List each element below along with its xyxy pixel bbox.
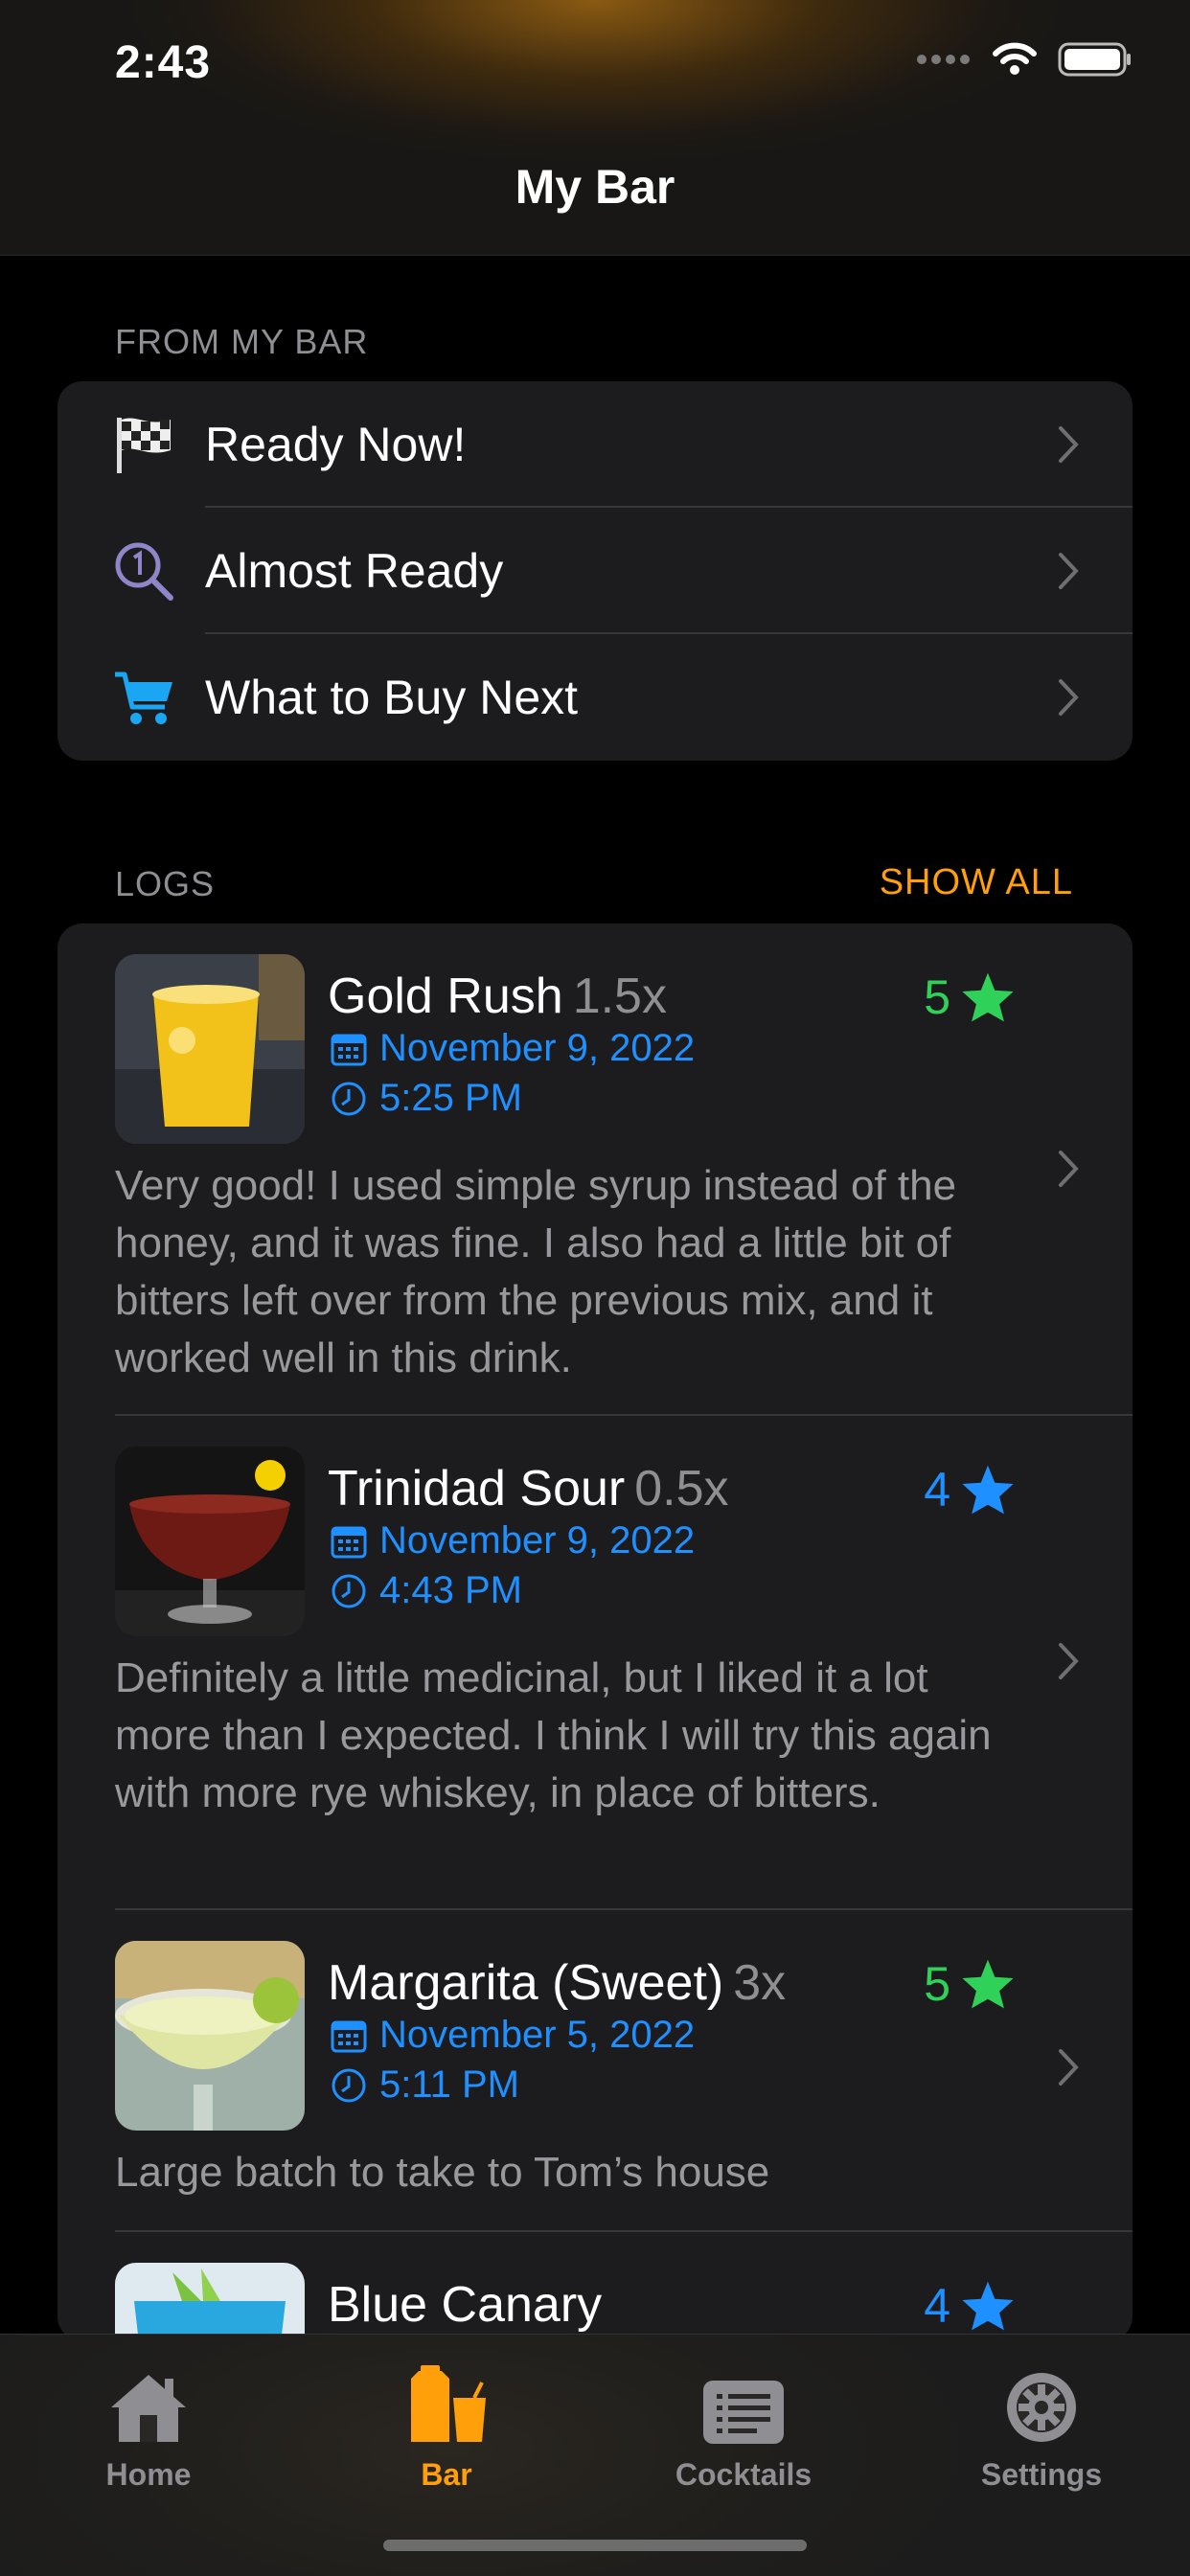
tab-settings[interactable]: Settings bbox=[941, 2352, 1142, 2493]
calendar-icon bbox=[331, 1034, 367, 1065]
log-entry[interactable]: Trinidad Sour 0.5x November 9, 2022 4:43 … bbox=[57, 1416, 1133, 1910]
status-time: 2:43 bbox=[115, 37, 212, 88]
rating-value: 4 bbox=[924, 2279, 950, 2333]
drink-photo bbox=[115, 1447, 305, 1636]
rating-value: 4 bbox=[924, 1463, 950, 1516]
log-drink-name: Gold Rush 1.5x bbox=[328, 968, 667, 1025]
show-all-button[interactable]: SHOW ALL bbox=[880, 862, 1073, 903]
gear-icon bbox=[1007, 2373, 1076, 2442]
battery-icon bbox=[1058, 42, 1131, 77]
log-time: 4:43 PM bbox=[330, 1569, 522, 1612]
log-rating: 5 bbox=[924, 969, 1016, 1025]
bar-icon bbox=[411, 2365, 486, 2442]
log-quantity: 1.5x bbox=[572, 969, 667, 1024]
log-rating: 5 bbox=[924, 1956, 1016, 2012]
star-icon bbox=[962, 972, 1014, 1022]
almost-ready-row[interactable]: Almost Ready bbox=[57, 508, 1133, 634]
star-icon bbox=[962, 2281, 1014, 2331]
what-to-buy-next-row[interactable]: What to Buy Next bbox=[57, 634, 1133, 761]
chevron-right-icon bbox=[1059, 679, 1079, 716]
house-icon bbox=[111, 2375, 186, 2442]
log-drink-title: Gold Rush bbox=[328, 969, 563, 1024]
calendar-icon bbox=[331, 1526, 367, 1558]
calendar-icon bbox=[331, 2020, 367, 2052]
log-entry[interactable]: Gold Rush 1.5x November 9, 2022 5:25 PM 5… bbox=[57, 923, 1133, 1416]
log-time-text: 5:11 PM bbox=[379, 2063, 519, 2106]
log-drink-name: Trinidad Sour 0.5x bbox=[328, 1460, 729, 1517]
log-drink-title: Blue Canary bbox=[328, 2277, 603, 2333]
log-date-text: November 5, 2022 bbox=[379, 2014, 696, 2056]
log-entry[interactable]: Blue Canary 4 bbox=[57, 2232, 1133, 2341]
drink-photo bbox=[115, 2263, 305, 2341]
log-note: Definitely a little medicinal, but I lik… bbox=[115, 1654, 992, 1816]
tab-home-label: Home bbox=[105, 2457, 192, 2492]
logs-card: Gold Rush 1.5x November 9, 2022 5:25 PM 5… bbox=[57, 923, 1133, 2341]
what-to-buy-next-label: What to Buy Next bbox=[205, 671, 579, 724]
log-rating: 4 bbox=[924, 1462, 1016, 1517]
log-date-text: November 9, 2022 bbox=[379, 1519, 696, 1562]
chevron-right-icon bbox=[1059, 1643, 1079, 1679]
tab-home[interactable]: Home bbox=[48, 2352, 249, 2493]
tab-cocktails[interactable]: Cocktails bbox=[643, 2352, 844, 2493]
tab-cocktails-label: Cocktails bbox=[675, 2457, 812, 2492]
rating-value: 5 bbox=[924, 970, 950, 1024]
log-date: November 5, 2022 bbox=[330, 2014, 695, 2057]
signal-icon bbox=[917, 55, 970, 64]
log-quantity: 3x bbox=[733, 1955, 787, 2011]
log-drink-title: Trinidad Sour bbox=[328, 1461, 626, 1516]
chevron-right-icon bbox=[1059, 553, 1079, 589]
clock-icon bbox=[332, 2068, 366, 2102]
log-drink-name: Margarita (Sweet) 3x bbox=[328, 1954, 786, 2012]
rating-value: 5 bbox=[924, 1957, 950, 2011]
magnifier-one-icon bbox=[115, 542, 173, 601]
clock-icon bbox=[332, 1574, 366, 1607]
checkered-flag-icon bbox=[117, 418, 171, 473]
log-quantity: 0.5x bbox=[634, 1461, 729, 1516]
page-title: My Bar bbox=[515, 160, 675, 214]
log-note: Large batch to take to Tom’s house bbox=[115, 2149, 770, 2196]
log-note: Very good! I used simple syrup instead o… bbox=[115, 1162, 957, 1381]
drink-photo bbox=[115, 954, 305, 1144]
log-entry[interactable]: Margarita (Sweet) 3x November 5, 2022 5:1… bbox=[57, 1910, 1133, 2232]
from-my-bar-card: Ready Now! Almost Ready What to Buy Next bbox=[57, 381, 1133, 761]
cart-icon bbox=[115, 672, 172, 724]
chevron-right-icon bbox=[1059, 1151, 1079, 1187]
status-bar: 2:43 My Bar bbox=[0, 0, 1190, 256]
from-my-bar-header: FROM MY BAR bbox=[115, 322, 369, 361]
wifi-icon bbox=[993, 42, 1037, 75]
list-icon bbox=[703, 2381, 784, 2444]
ready-now-label: Ready Now! bbox=[205, 418, 467, 471]
chevron-right-icon bbox=[1059, 2049, 1079, 2086]
log-drink-name: Blue Canary bbox=[328, 2276, 602, 2334]
log-time-text: 5:25 PM bbox=[379, 1077, 522, 1119]
tab-bar-active[interactable]: Bar bbox=[346, 2352, 547, 2493]
clock-icon bbox=[332, 1082, 366, 1115]
log-time: 5:25 PM bbox=[330, 1077, 522, 1120]
chevron-right-icon bbox=[1059, 426, 1079, 463]
home-indicator bbox=[383, 2540, 807, 2551]
drink-photo bbox=[115, 1941, 305, 2131]
logs-header: LOGS bbox=[115, 864, 216, 903]
star-icon bbox=[962, 1959, 1014, 2009]
log-rating: 4 bbox=[924, 2278, 1016, 2334]
ready-now-row[interactable]: Ready Now! bbox=[57, 381, 1133, 508]
log-date-text: November 9, 2022 bbox=[379, 1027, 696, 1069]
log-drink-title: Margarita (Sweet) bbox=[328, 1955, 724, 2011]
tab-settings-label: Settings bbox=[980, 2457, 1103, 2492]
log-date: November 9, 2022 bbox=[330, 1027, 695, 1070]
almost-ready-label: Almost Ready bbox=[205, 544, 504, 598]
tab-bar-label: Bar bbox=[421, 2457, 472, 2492]
star-icon bbox=[962, 1465, 1014, 1515]
status-icons bbox=[916, 42, 1133, 77]
log-date: November 9, 2022 bbox=[330, 1519, 695, 1562]
log-time-text: 4:43 PM bbox=[379, 1569, 522, 1611]
log-time: 5:11 PM bbox=[330, 2063, 519, 2107]
